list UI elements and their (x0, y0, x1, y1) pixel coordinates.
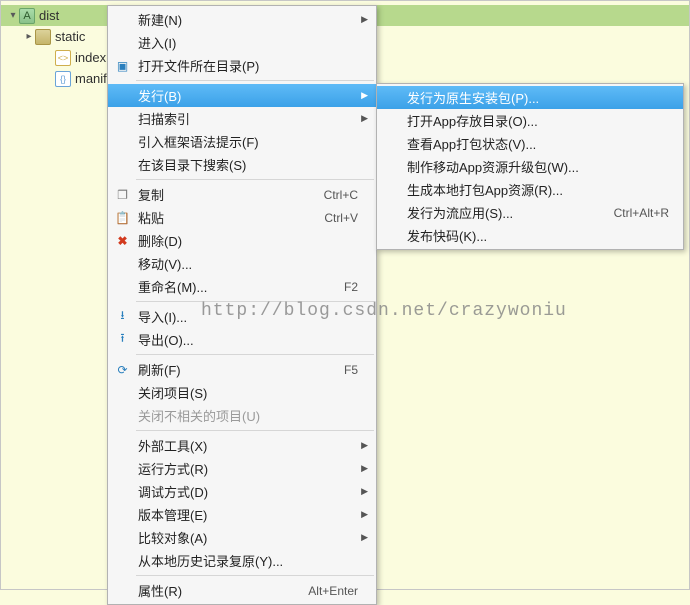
menu-export[interactable]: ⭱导出(O)... (108, 328, 376, 351)
menu-external-tools[interactable]: 外部工具(X) (108, 434, 376, 457)
separator (136, 430, 374, 431)
export-icon: ⭱ (114, 331, 131, 348)
menu-delete[interactable]: ✖删除(D) (108, 229, 376, 252)
submenu-pack-status[interactable]: 查看App打包状态(V)... (377, 132, 683, 155)
menu-refresh[interactable]: ⟳刷新(F)F5 (108, 358, 376, 381)
menu-open-location[interactable]: ▣打开文件所在目录(P) (108, 54, 376, 77)
menu-framework-hint[interactable]: 引入框架语法提示(F) (108, 130, 376, 153)
menu-copy[interactable]: ❐复制Ctrl+C (108, 183, 376, 206)
json-file-icon: {} (55, 71, 71, 87)
folder-icon (35, 29, 51, 45)
menu-scan-index[interactable]: 扫描索引 (108, 107, 376, 130)
submenu-native-package[interactable]: 发行为原生安装包(P)... (377, 86, 683, 109)
menu-properties[interactable]: 属性(R)Alt+Enter (108, 579, 376, 602)
app-folder-icon: A (19, 8, 35, 24)
separator (136, 80, 374, 81)
menu-version-mgmt[interactable]: 版本管理(E) (108, 503, 376, 526)
open-folder-icon: ▣ (114, 57, 131, 74)
html-file-icon: <> (55, 50, 71, 66)
menu-search-dir[interactable]: 在该目录下搜索(S) (108, 153, 376, 176)
separator (136, 301, 374, 302)
submenu-make-upgrade[interactable]: 制作移动App资源升级包(W)... (377, 155, 683, 178)
menu-rename[interactable]: 重命名(M)...F2 (108, 275, 376, 298)
delete-icon: ✖ (114, 232, 131, 249)
separator (136, 354, 374, 355)
tree-label: static (55, 29, 85, 44)
menu-run-as[interactable]: 运行方式(R) (108, 457, 376, 480)
publish-submenu: 发行为原生安装包(P)... 打开App存放目录(O)... 查看App打包状态… (376, 83, 684, 250)
import-icon: ⭳ (114, 308, 131, 325)
menu-move[interactable]: 移动(V)... (108, 252, 376, 275)
menu-close-unrelated: 关闭不相关的项目(U) (108, 404, 376, 427)
expand-icon[interactable] (23, 31, 35, 42)
copy-icon: ❐ (114, 186, 131, 203)
menu-paste[interactable]: 📋粘贴Ctrl+V (108, 206, 376, 229)
submenu-open-app-dir[interactable]: 打开App存放目录(O)... (377, 109, 683, 132)
context-menu: 新建(N) 进入(I) ▣打开文件所在目录(P) 发行(B) 扫描索引 引入框架… (107, 5, 377, 605)
submenu-local-resource[interactable]: 生成本地打包App资源(R)... (377, 178, 683, 201)
menu-new[interactable]: 新建(N) (108, 8, 376, 31)
separator (136, 179, 374, 180)
submenu-stream-app[interactable]: 发行为流应用(S)...Ctrl+Alt+R (377, 201, 683, 224)
menu-import[interactable]: ⭳导入(I)... (108, 305, 376, 328)
menu-restore-history[interactable]: 从本地历史记录复原(Y)... (108, 549, 376, 572)
paste-icon: 📋 (114, 209, 131, 226)
menu-publish[interactable]: 发行(B) (108, 84, 376, 107)
tree-label: dist (39, 8, 59, 23)
menu-compare[interactable]: 比较对象(A) (108, 526, 376, 549)
refresh-icon: ⟳ (114, 361, 131, 378)
menu-debug-as[interactable]: 调试方式(D) (108, 480, 376, 503)
expand-icon[interactable] (7, 10, 19, 21)
menu-close-project[interactable]: 关闭项目(S) (108, 381, 376, 404)
separator (136, 575, 374, 576)
menu-into[interactable]: 进入(I) (108, 31, 376, 54)
submenu-qrcode[interactable]: 发布快码(K)... (377, 224, 683, 247)
